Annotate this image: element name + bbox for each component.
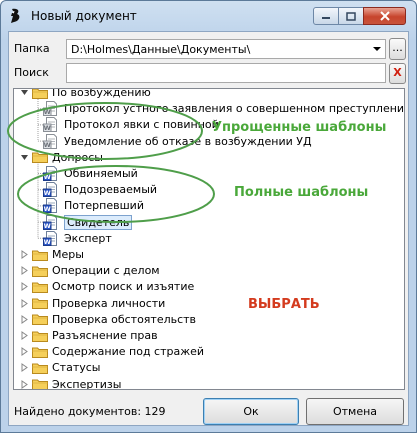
full-templates-ellipse	[17, 165, 215, 223]
annotation-ellipses	[7, 102, 215, 223]
simplified-templates-annotation: Упрощенные шаблоны	[212, 120, 387, 135]
full-templates-annotation: Полные шаблоны	[234, 185, 369, 200]
simplified-templates-ellipse	[7, 102, 203, 160]
choose-annotation: ВЫБРАТЬ	[248, 297, 320, 312]
dialog-window: Новый документ Папка D:\Holmes\Данные\До…	[0, 0, 417, 433]
